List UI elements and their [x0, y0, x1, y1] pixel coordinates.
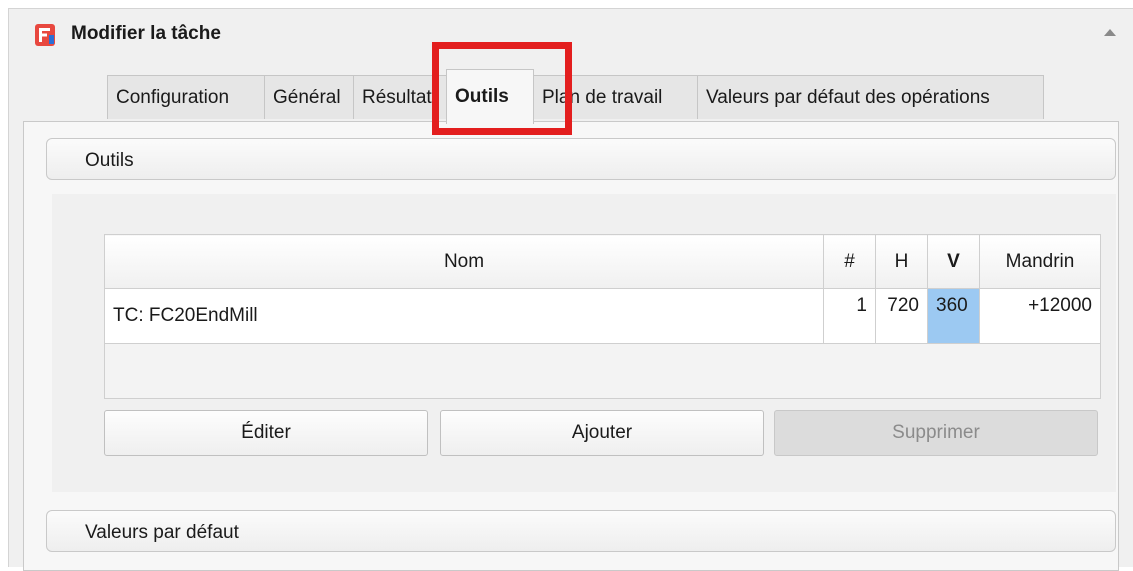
collapse-arrow-icon[interactable] — [1104, 29, 1116, 36]
tab-configuration[interactable]: Configuration — [107, 75, 265, 119]
tools-table: Nom # H V Mandrin TC: FC20EndMill 1 720 … — [104, 234, 1101, 399]
cell-tool-name[interactable]: TC: FC20EndMill — [104, 288, 824, 344]
table-row[interactable]: TC: FC20EndMill 1 720 360 +12000 — [104, 288, 1101, 344]
table-header-row: Nom # H V Mandrin — [104, 234, 1101, 289]
cell-horizontal-feed[interactable]: 720 — [875, 288, 928, 344]
tab-general[interactable]: Général — [264, 75, 354, 119]
cell-spindle-speed[interactable]: +12000 — [979, 288, 1101, 344]
column-header-name[interactable]: Nom — [104, 234, 824, 289]
tools-section-body: Nom # H V Mandrin TC: FC20EndMill 1 720 … — [52, 194, 1116, 492]
add-button[interactable]: Ajouter — [440, 410, 764, 456]
section-title-tools: Outils — [85, 150, 134, 171]
delete-button[interactable]: Supprimer — [774, 410, 1098, 456]
tab-content: Outils Nom # H V Mandrin TC: FC20EndMill… — [23, 121, 1119, 571]
panel-title: Modifier la tâche — [71, 23, 221, 44]
column-header-v[interactable]: V — [927, 234, 980, 289]
section-title-defaults: Valeurs par défaut — [85, 522, 239, 543]
column-header-h[interactable]: H — [875, 234, 928, 289]
empty-table-area — [104, 343, 1101, 399]
tab-operation-defaults[interactable]: Valeurs par défaut des opérations — [697, 75, 1044, 119]
section-header-tools[interactable]: Outils — [46, 138, 1116, 180]
freecad-app-icon — [35, 24, 55, 46]
highlight-box — [432, 42, 572, 135]
edit-button[interactable]: Éditer — [104, 410, 428, 456]
section-header-defaults[interactable]: Valeurs par défaut — [46, 510, 1116, 552]
cell-tool-number[interactable]: 1 — [823, 288, 876, 344]
column-header-number[interactable]: # — [823, 234, 876, 289]
column-header-spindle[interactable]: Mandrin — [979, 234, 1101, 289]
cell-vertical-feed[interactable]: 360 — [927, 288, 980, 344]
